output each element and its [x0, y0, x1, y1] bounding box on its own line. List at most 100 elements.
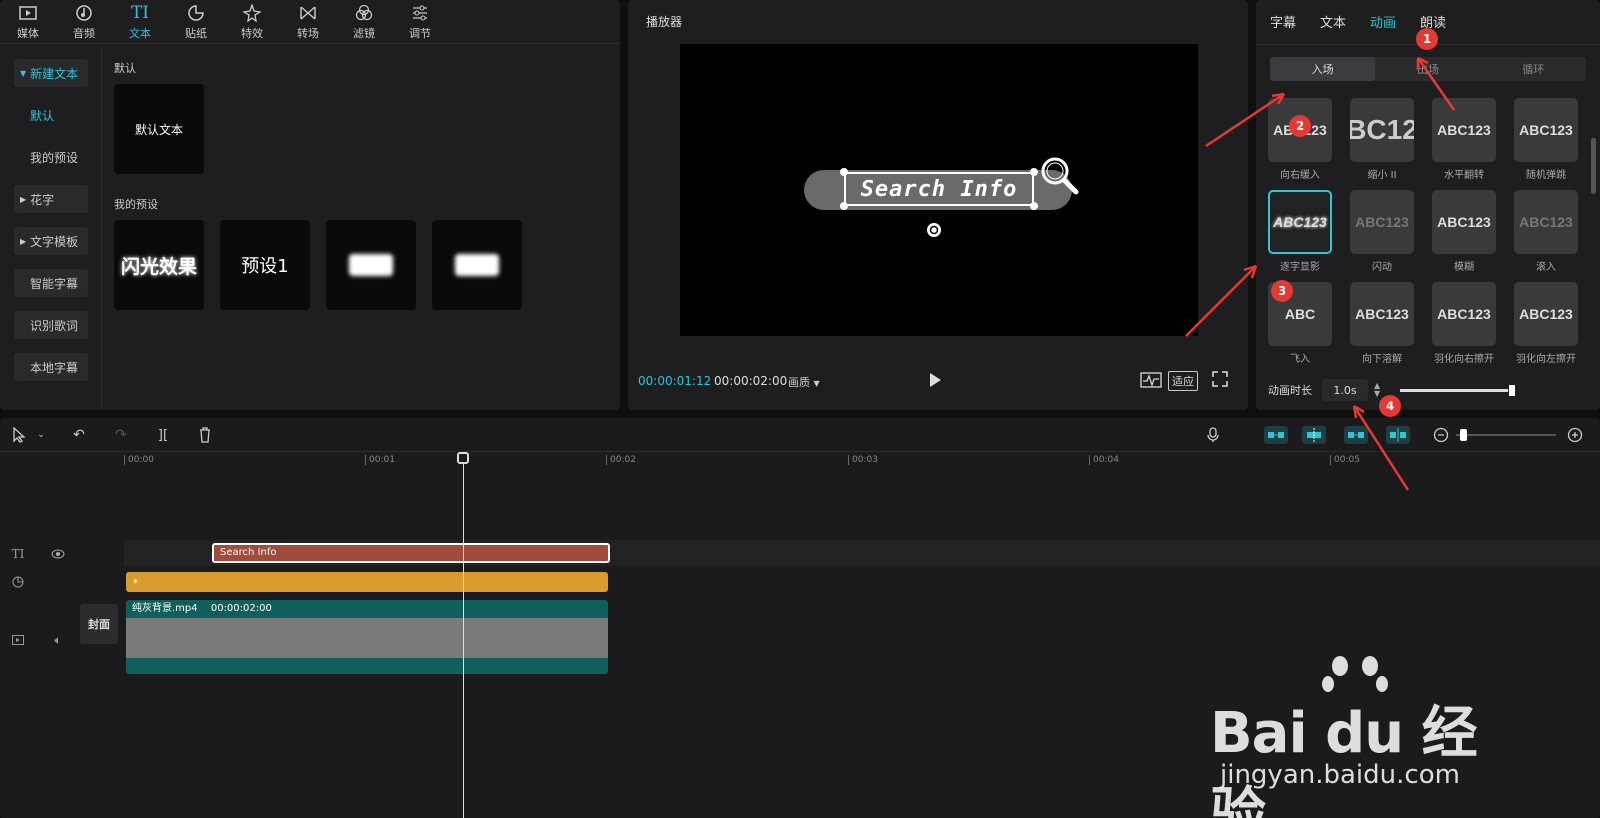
preset-tile-flash[interactable]: 闪光效果	[114, 220, 204, 310]
tool-sticker[interactable]: 贴纸	[168, 0, 224, 43]
animation-preset[interactable]: ABC123 闪动	[1350, 190, 1414, 273]
zoom-slider[interactable]	[1456, 429, 1556, 441]
tool-effects[interactable]: 特效	[224, 0, 280, 43]
annotation-badge: 1	[1416, 28, 1438, 50]
cover-label: 封面	[88, 618, 110, 631]
segment-loop[interactable]: 循环	[1481, 57, 1586, 81]
playhead-handle[interactable]	[457, 452, 469, 464]
eye-icon[interactable]	[48, 546, 68, 562]
nav-smart-captions[interactable]: 智能字幕	[14, 269, 88, 297]
zoom-out-icon[interactable]	[1432, 426, 1450, 444]
blurred-preview	[455, 254, 499, 276]
animation-preset[interactable]: ABC123 滚入	[1514, 190, 1578, 273]
animation-name: 向下溶解	[1362, 354, 1402, 365]
nav-fancy-text[interactable]: ▶ 花字	[14, 185, 88, 213]
stepper-icon[interactable]: ▲ ▼	[1374, 382, 1380, 398]
sticker-clip-icon: ✶	[132, 577, 139, 586]
animation-thumbnail[interactable]: BC12	[1350, 98, 1414, 162]
microphone-icon[interactable]	[1204, 426, 1222, 444]
animation-thumbnail[interactable]: ABC123	[1432, 98, 1496, 162]
segment-in[interactable]: 入场	[1270, 57, 1376, 81]
grid-scrollbar[interactable]	[1591, 138, 1596, 194]
tool-label: 特效	[241, 26, 263, 40]
chevron-down-icon[interactable]: ⌄	[32, 426, 50, 444]
tool-media[interactable]: 媒体	[0, 0, 56, 43]
link-clips-icon[interactable]	[1344, 426, 1368, 444]
animation-preset[interactable]: ABC123向右缓入	[1268, 98, 1332, 181]
sticker-clip[interactable]: ✶	[126, 572, 608, 592]
duration-value: 1.0s	[1333, 383, 1357, 397]
preset-tile-blurred-a[interactable]	[326, 220, 416, 310]
overlay-text-box[interactable]: Search Info	[844, 172, 1034, 206]
preview-axis-icon[interactable]	[1386, 426, 1410, 444]
animation-thumbnail[interactable]: ABC123	[1268, 190, 1332, 254]
animation-preset[interactable]: BC12 缩小 II	[1350, 98, 1414, 181]
tab-text[interactable]: 文本	[1320, 12, 1346, 31]
tool-text[interactable]: TI 文本	[112, 0, 168, 43]
video-clip[interactable]: 纯灰背景.mp4 00:00:02:00	[126, 600, 608, 674]
text-clip[interactable]: Search Info	[212, 543, 610, 563]
delete-icon[interactable]	[196, 426, 214, 444]
preset-tile-blurred-b[interactable]	[432, 220, 522, 310]
tool-transition[interactable]: 转场	[280, 0, 336, 43]
animation-thumbnail[interactable]: ABC123	[1514, 282, 1578, 346]
rotate-icon[interactable]	[926, 222, 942, 242]
volume-icon[interactable]: 🔈︎	[48, 632, 68, 648]
preset-tile-preset1[interactable]: 预设1	[220, 220, 310, 310]
nav-default[interactable]: 默认	[14, 101, 88, 129]
magnet-link-icon[interactable]	[1264, 426, 1288, 444]
zoom-in-icon[interactable]	[1566, 426, 1584, 444]
animation-thumbnail[interactable]: ABC123	[1350, 190, 1414, 254]
animation-preset[interactable]: ABC123 水平翻转	[1432, 98, 1496, 181]
animation-thumbnail[interactable]: ABC123	[1514, 98, 1578, 162]
animation-thumbnail[interactable]: ABC123	[1514, 190, 1578, 254]
resize-handle[interactable]	[840, 202, 848, 210]
animation-preset[interactable]: ABC123 模糊	[1432, 190, 1496, 273]
nav-my-presets[interactable]: 我的预设	[14, 143, 88, 171]
slider-knob[interactable]	[1508, 384, 1516, 397]
nav-recognize-lyrics[interactable]: 识别歌词	[14, 311, 88, 339]
nav-text-templates[interactable]: ▶ 文字模板	[14, 227, 88, 255]
animation-preset[interactable]: ABC123 逐字显影	[1268, 190, 1332, 273]
cover-button[interactable]: 封面	[80, 604, 118, 644]
default-text-tile[interactable]: 默认文本	[114, 84, 204, 174]
animation-thumbnail[interactable]: ABC123	[1432, 190, 1496, 254]
tool-filter[interactable]: 滤镜	[336, 0, 392, 43]
tile-label: 闪光效果	[120, 255, 197, 278]
play-icon[interactable]	[928, 372, 942, 391]
tool-label: 滤镜	[353, 26, 375, 40]
resize-handle[interactable]	[1030, 202, 1038, 210]
segment-out[interactable]: 出场	[1375, 57, 1480, 81]
waveform-icon[interactable]	[1140, 372, 1162, 391]
preview-screen[interactable]: Search Info	[680, 44, 1198, 336]
tab-animation[interactable]: 动画	[1370, 12, 1396, 31]
duration-slider[interactable]	[1400, 384, 1516, 397]
split-icon[interactable]: ][	[154, 426, 172, 444]
resize-handle[interactable]	[840, 168, 848, 176]
undo-icon[interactable]: ↶	[70, 426, 88, 444]
nav-new-text[interactable]: ▼ 新建文本	[14, 59, 88, 87]
animation-preset[interactable]: ABC123 羽化向右擦开	[1432, 282, 1496, 365]
animation-preset[interactable]: ABC123 随机弹跳	[1514, 98, 1578, 181]
animation-thumbnail[interactable]: ABC123	[1350, 282, 1414, 346]
animation-preset[interactable]: ABC123 向下溶解	[1350, 282, 1414, 365]
redo-icon[interactable]: ↷	[112, 426, 130, 444]
animation-thumbnail[interactable]: ABC123	[1432, 282, 1496, 346]
fit-button[interactable]: 适应	[1168, 371, 1198, 391]
nav-local-captions[interactable]: 本地字幕	[14, 353, 88, 381]
zoom-knob[interactable]	[1460, 429, 1467, 441]
timeline-ruler[interactable]: 00:00 00:01 00:02 00:03 00:04 00:05	[124, 452, 1600, 472]
annotation-badge: 3	[1271, 280, 1293, 302]
tab-subtitle[interactable]: 字幕	[1270, 12, 1296, 31]
tool-audio[interactable]: 音频	[56, 0, 112, 43]
snap-icon[interactable]	[1302, 426, 1326, 444]
fullscreen-icon[interactable]	[1212, 371, 1228, 390]
tool-adjust[interactable]: 调节	[392, 0, 448, 43]
playhead[interactable]	[463, 454, 464, 818]
animation-preset[interactable]: ABC123 羽化向左擦开	[1514, 282, 1578, 365]
nav-label: 新建文本	[30, 66, 79, 81]
select-tool-icon[interactable]	[10, 426, 28, 444]
duration-input[interactable]: 1.0s	[1322, 379, 1368, 401]
quality-dropdown[interactable]: 画质 ▼	[788, 374, 820, 390]
resize-handle[interactable]	[1030, 168, 1038, 176]
